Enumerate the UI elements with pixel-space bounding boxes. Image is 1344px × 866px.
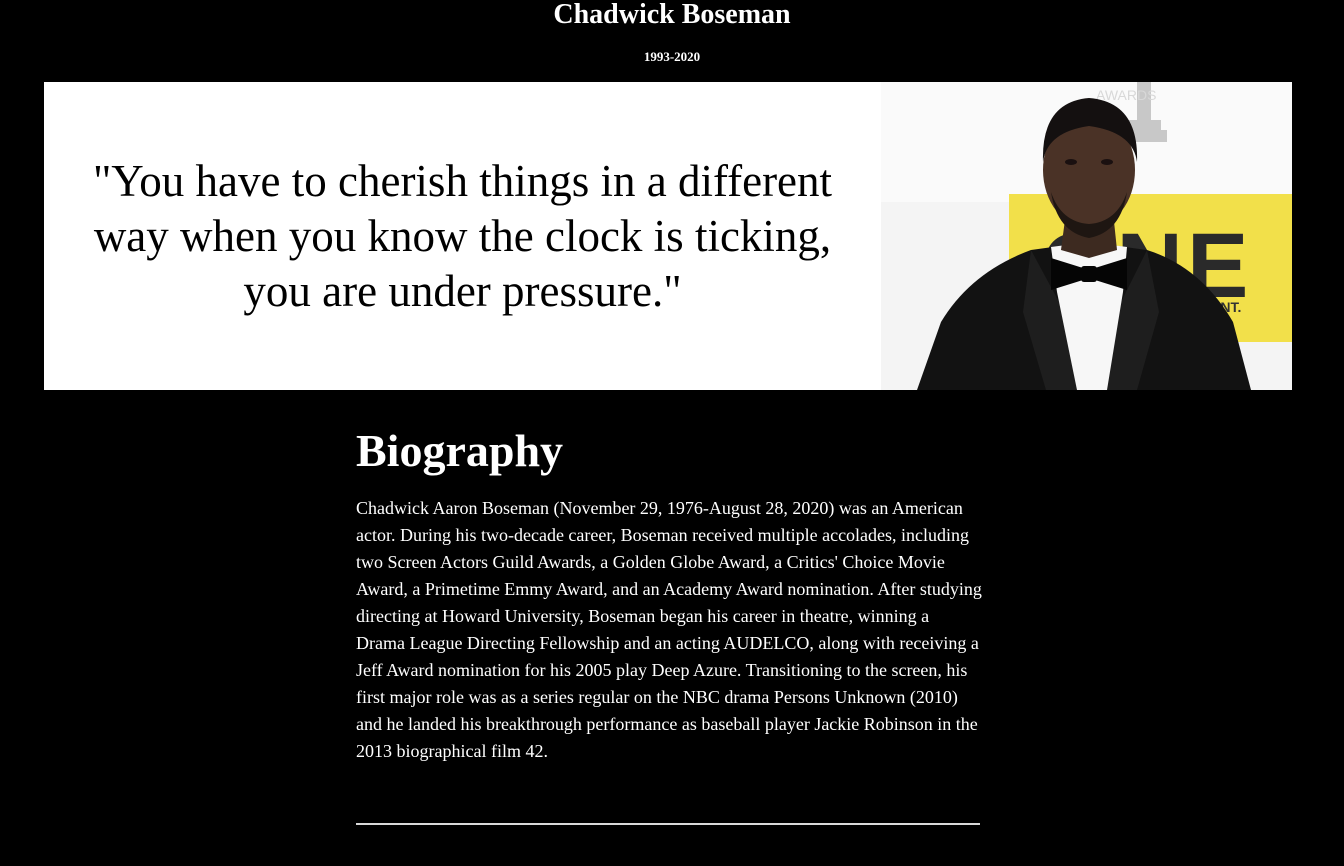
life-years: 1993-2020 — [643, 49, 701, 64]
section-divider — [356, 823, 980, 825]
biography-heading: Biography — [356, 425, 564, 476]
portrait-photo: AWARDS ONE ENT. — [881, 82, 1292, 390]
backdrop-small-text: AWARDS — [1096, 87, 1156, 103]
biography-section: Biography Chadwick Aaron Boseman (Novemb… — [356, 420, 982, 765]
hero-banner: "You have to cherish things in a differe… — [44, 82, 1292, 390]
page-title: Chadwick Boseman — [553, 0, 791, 30]
hero-quote: "You have to cherish things in a differe… — [92, 155, 833, 316]
biography-text: Chadwick Aaron Boseman (November 29, 197… — [356, 498, 982, 761]
